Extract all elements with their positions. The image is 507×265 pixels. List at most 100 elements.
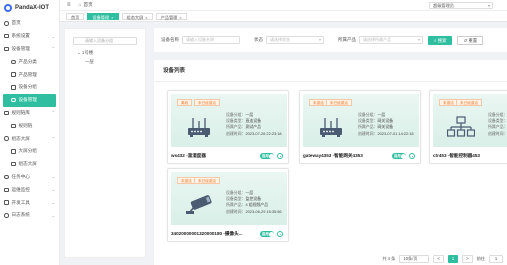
gear-icon[interactable] <box>409 153 415 159</box>
device-card[interactable]: 离线 未已经激活 设备分组：一层 设备类型：直连设备 所属产品：测试产品 创建时… <box>167 90 289 164</box>
search-button-label: 搜索 <box>437 37 447 43</box>
sidebar-item-14[interactable]: 开发工具 ⌄ <box>0 196 59 209</box>
sidebar-item-2[interactable]: 设备管理 ⌃ <box>0 43 59 56</box>
tool-icon <box>4 200 9 205</box>
sidebar-item-10[interactable]: 大屏分组 <box>0 145 59 158</box>
device-created: 2023-06-29 15:35:56 <box>245 208 282 214</box>
device-card-footer: gateway4353 -智能网关4353 启用 <box>303 150 419 162</box>
device-card-footer: ws432 -温湿度器 启用 <box>171 150 287 162</box>
device-list: 设备列表 离线 未已经激活 设备分组：一层 设备类型：直连设备 所属产品：测试产… <box>154 60 507 265</box>
tree-node-child[interactable]: 一层 <box>65 59 145 65</box>
tenant-select[interactable]: 超级管理员 <box>429 2 493 9</box>
device-product: 4 组视频产品 <box>245 202 269 208</box>
sidebar-item-label: 开发工具 <box>11 199 30 205</box>
tab-label: 设备管理 <box>92 14 110 20</box>
device-product: 网关设备 <box>377 124 394 130</box>
product-label: 所属产品 <box>338 37 356 42</box>
tree-node-root[interactable]: ⌄ 1号楼 <box>65 50 145 56</box>
info-key: 创建时间： <box>488 130 507 136</box>
gear-icon[interactable] <box>277 231 283 237</box>
breadcrumb[interactable]: 首页 <box>84 2 93 8</box>
sidebar-item-label: 设备分组 <box>18 84 37 90</box>
device-card-media: 未激活 未已经激活 设备分组：一层 设备类型：网关子设备 所属产品：智能控制器 … <box>433 94 507 147</box>
prev-page-button[interactable]: < <box>433 255 444 263</box>
sidebar-item-5[interactable]: 设备分组 <box>0 81 59 94</box>
device-name-input[interactable]: 请输入设备名称 <box>182 36 240 44</box>
device-type: 直连设备 <box>245 118 262 124</box>
app-root: PandaX-IOT 首页 系统设置 ⌄ 设备管理 ⌃ 产品分类 产品管理 设备分组 设备管理规… <box>0 0 507 265</box>
next-page-button[interactable]: > <box>462 255 473 263</box>
device-created: 2023-07-26 22:23:18 <box>245 130 282 136</box>
enable-toggle[interactable]: 启用 <box>392 153 406 159</box>
page-1-button[interactable]: 1 <box>447 255 459 263</box>
close-icon[interactable]: × <box>111 15 113 20</box>
tab-2[interactable]: 组态大屏 × <box>121 12 153 20</box>
menu-toggle-icon[interactable]: ≡ <box>67 2 71 8</box>
home-icon: ⌂ <box>78 2 82 8</box>
sidebar-item-15[interactable]: 日志系统 ⌄ <box>0 209 59 222</box>
sidebar-item-4[interactable]: 产品管理 <box>0 68 59 81</box>
sidebar-item-label: 日志系统 <box>11 212 30 218</box>
device-type: 网关设备 <box>377 118 394 124</box>
filter-bar: 设备名称 请输入设备名称 状态 请选择状态 所属产品 请选择所属产品 ⌕ 搜索 … <box>154 28 507 52</box>
enable-toggle[interactable]: 启用 <box>260 231 274 237</box>
router-icon <box>185 116 213 138</box>
product-icon <box>11 72 16 77</box>
sidebar-item-label: 任务中心 <box>11 173 30 179</box>
tab-3[interactable]: 产品管理 × <box>155 12 187 20</box>
search-button[interactable]: ⌕ 搜索 <box>428 35 453 45</box>
logo-icon <box>4 3 12 12</box>
logo[interactable]: PandaX-IOT <box>0 0 59 15</box>
chevron-up-icon: ⌃ <box>51 110 55 116</box>
device-group: 一层 <box>245 190 254 195</box>
group-icon <box>11 85 16 90</box>
enable-toggle[interactable]: 启用 <box>260 153 274 159</box>
sidebar-item-11[interactable]: 组态大屏 <box>0 158 59 171</box>
page-size-select[interactable]: 10条/页 <box>399 255 430 263</box>
sidebar-item-1[interactable]: 系统设置 ⌄ <box>0 30 59 43</box>
settings-icon <box>4 33 9 39</box>
reset-button[interactable]: ↺ 重置 <box>457 35 484 45</box>
product-select[interactable]: 请选择所属产品 <box>359 36 423 44</box>
sidebar-item-13[interactable]: 运维监控 ⌄ <box>0 183 59 196</box>
device-card[interactable]: 未激活 未已经激活 设备分组：一层 设备类型：网关子设备 所属产品：智能控制器 … <box>429 90 507 164</box>
chevron-up-icon: ⌃ <box>51 136 55 142</box>
device-card[interactable]: 未激活 未已经激活 设备分组：一层 设备类型：监控设备 所属产品：4 组视频产品… <box>167 168 289 242</box>
info-key: 创建时间： <box>226 208 246 214</box>
device-card[interactable]: 未激活 未已经激活 设备分组：一层 设备类型：网关设备 所属产品：网关设备 创建… <box>299 90 421 164</box>
sidebar-item-6[interactable]: 设备管理 <box>3 93 56 107</box>
device-name: gateway4353 -智能网关4353 <box>303 153 363 158</box>
device-name: ctr453 -智能控制器453 <box>433 153 480 158</box>
status-select[interactable]: 请选择状态 <box>266 36 324 44</box>
close-icon[interactable]: × <box>145 15 147 20</box>
reset-button-label: 重置 <box>468 37 478 43</box>
sidebar-item-label: 产品分类 <box>18 58 37 64</box>
tab-0[interactable]: 首页 <box>66 12 85 20</box>
group-search-input[interactable]: 请输入设备分组 <box>73 37 137 45</box>
info-key: 设备类型： <box>226 118 246 124</box>
rule-icon <box>4 110 9 116</box>
sidebar-item-3[interactable]: 产品分类 <box>0 55 59 68</box>
sidebar-item-label: 组态大屏 <box>18 161 37 167</box>
sidebar-item-7[interactable]: 规则链库 ⌃ <box>0 107 59 120</box>
sidebar-item-9[interactable]: 组态大屏 ⌃ <box>0 132 59 145</box>
sidebar-item-label: 产品管理 <box>18 71 37 77</box>
device-card-media: 未激活 未已经激活 设备分组：一层 设备类型：网关设备 所属产品：网关设备 创建… <box>303 94 419 147</box>
info-key: 创建时间： <box>358 130 378 136</box>
goto-input[interactable]: 1 <box>489 255 503 263</box>
info-key: 所属产品： <box>226 202 246 208</box>
home-icon <box>4 21 9 26</box>
sidebar-item-label: 组态大屏 <box>11 135 30 141</box>
sidebar-item-label: 首页 <box>11 20 21 26</box>
sidebar-item-8[interactable]: 规则链 <box>0 119 59 132</box>
sidebar-item-12[interactable]: 任务中心 ⌄ <box>0 171 59 184</box>
device-group: 一层 <box>245 112 254 117</box>
tab-1[interactable]: 设备管理 × <box>87 12 119 20</box>
sidebar-item-0[interactable]: 首页 <box>0 17 59 30</box>
close-icon[interactable]: × <box>179 15 181 20</box>
gear-icon[interactable] <box>277 153 283 159</box>
activation-badge: 未已经激活 <box>194 177 220 184</box>
device-card-footer: 34020000001320000180 -摄像头... 启用 <box>171 228 287 240</box>
status-badge: 未激活 <box>177 177 196 184</box>
screen-icon <box>4 136 9 141</box>
